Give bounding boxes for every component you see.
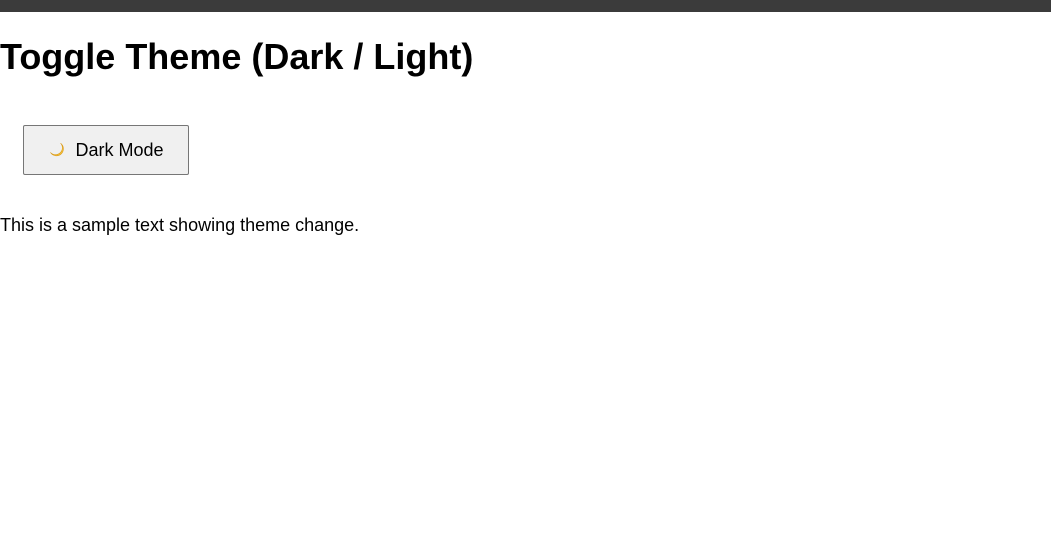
page-title: Toggle Theme (Dark / Light) — [0, 36, 474, 77]
dark-mode-toggle-button[interactable]: Dark Mode — [23, 125, 189, 175]
moon-icon — [48, 141, 66, 159]
dark-mode-button-label: Dark Mode — [75, 139, 164, 160]
sample-text: This is a sample text showing theme chan… — [0, 215, 360, 235]
browser-top-bar — [0, 0, 1051, 12]
